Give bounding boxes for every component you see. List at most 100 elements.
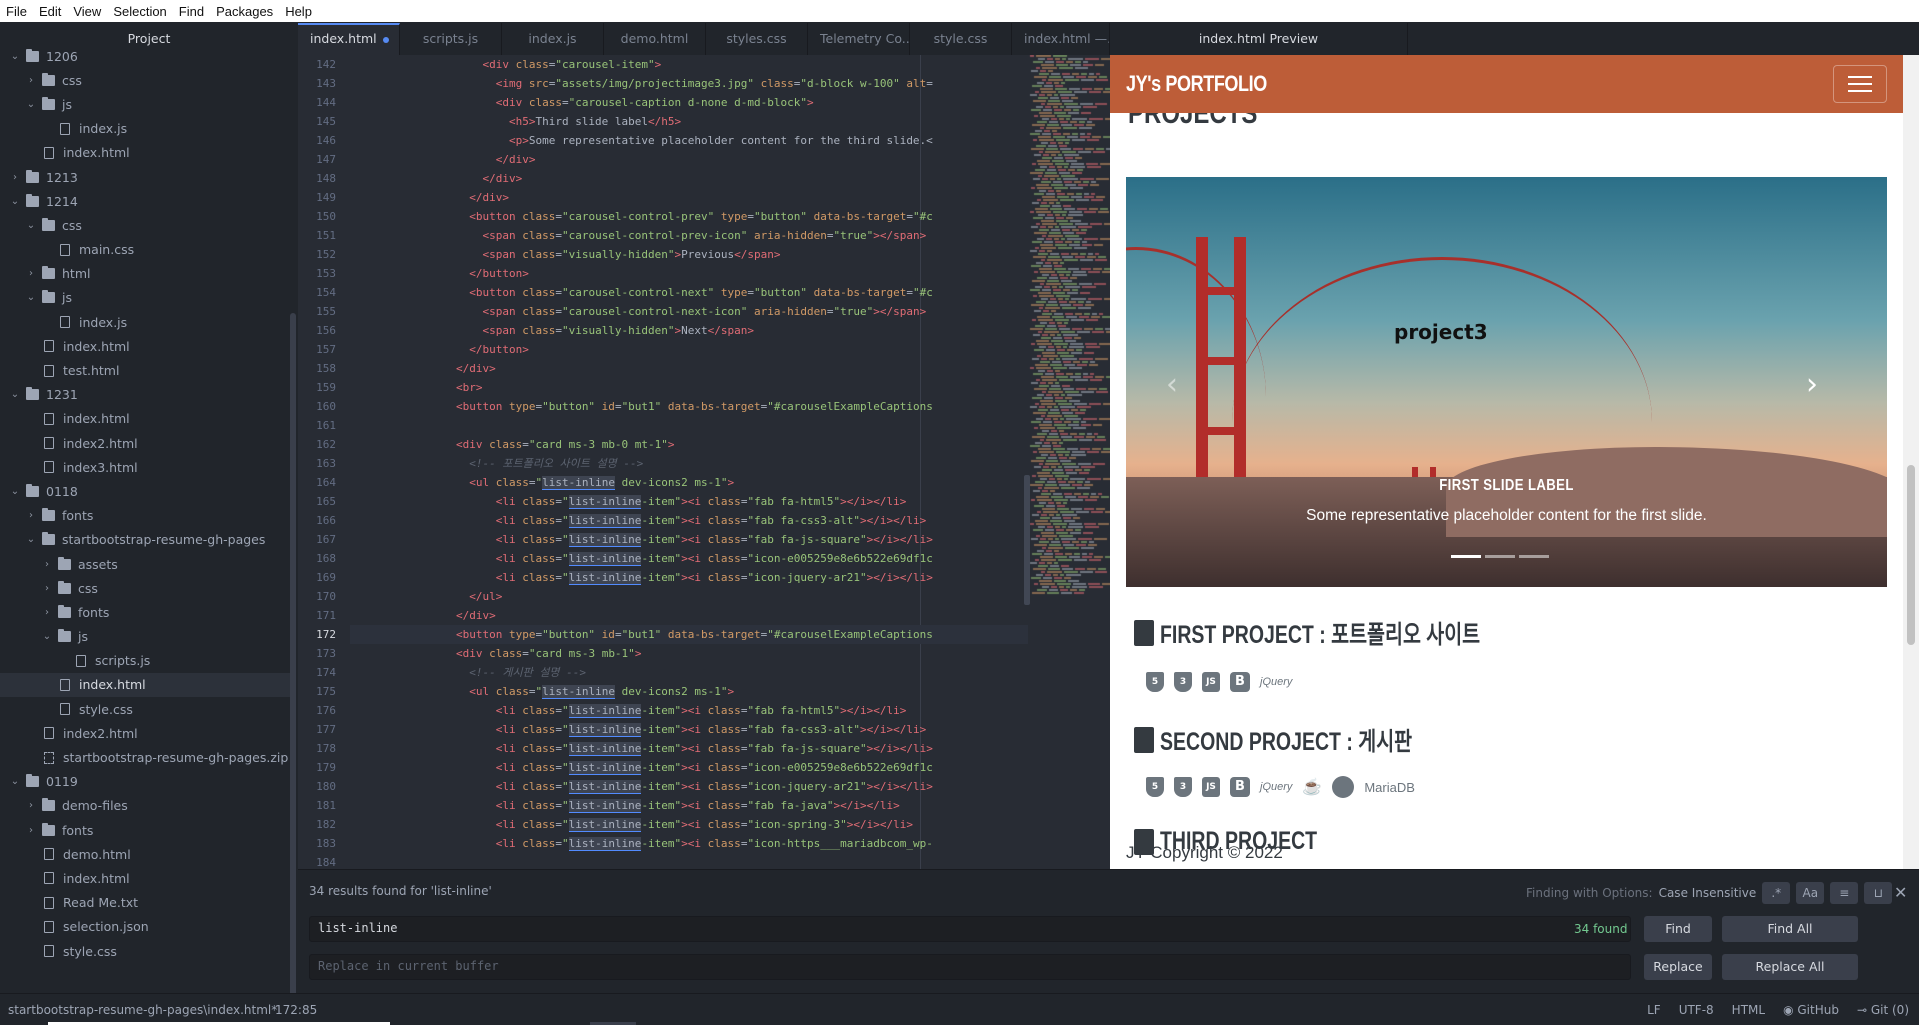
tree-folder[interactable]: ⌄ js	[0, 286, 290, 310]
menu-find[interactable]: Find	[173, 4, 210, 19]
status-encoding[interactable]: UTF-8	[1679, 1003, 1714, 1017]
tree-folder[interactable]: › fonts	[0, 818, 290, 842]
chevron-right-icon[interactable]: ›	[24, 825, 38, 836]
code-line[interactable]: <!-- 포트폴리오 사이트 설명 -->	[350, 454, 1110, 473]
code-line[interactable]: <li class="list-inline-item"><i class="f…	[350, 511, 1110, 530]
menu-file[interactable]: File	[0, 4, 33, 19]
code-line[interactable]: <span class="visually-hidden">Next</span…	[350, 321, 1110, 340]
code-line[interactable]: <img src="assets/img/projectimage3.jpg" …	[350, 74, 1110, 93]
menu-selection[interactable]: Selection	[107, 4, 172, 19]
code-line[interactable]	[350, 416, 1110, 435]
carousel-indicators[interactable]	[1451, 555, 1549, 558]
code-line[interactable]: <span class="carousel-control-prev-icon"…	[350, 226, 1110, 245]
code-line[interactable]: </ul>	[350, 587, 1110, 606]
code-line[interactable]: <span class="carousel-control-next-icon"…	[350, 302, 1110, 321]
chevron-down-icon[interactable]: ⌄	[8, 776, 22, 787]
code-line[interactable]: </button>	[350, 340, 1110, 359]
code-line[interactable]: <li class="list-inline-item"><i class="i…	[350, 568, 1110, 587]
code-line[interactable]: <div class="carousel-caption d-none d-md…	[350, 93, 1110, 112]
tree-file[interactable]: selection.json	[0, 915, 290, 939]
tree-folder[interactable]: › css	[0, 68, 290, 92]
code-line[interactable]: </div>	[350, 359, 1110, 378]
tree-file[interactable]: index.html	[0, 866, 290, 890]
replace-all-button[interactable]: Replace All	[1722, 954, 1858, 980]
code-line[interactable]: <h5>Third slide label</h5>	[350, 112, 1110, 131]
code-line[interactable]: <div class="carousel-item">	[350, 55, 1110, 74]
code-line[interactable]: <li class="list-inline-item"><i class="i…	[350, 815, 1110, 834]
indicator-2[interactable]	[1485, 555, 1515, 558]
tree-folder[interactable]: › fonts	[0, 504, 290, 528]
code-lines[interactable]: <div class="carousel-item"> <img src="as…	[350, 55, 1110, 869]
code-line[interactable]: <li class="list-inline-item"><i class="i…	[350, 834, 1110, 853]
tree-folder[interactable]: › demo-files	[0, 794, 290, 818]
in-selection-toggle-icon[interactable]: ≡	[1830, 882, 1859, 904]
minimap[interactable]	[1028, 55, 1110, 739]
tab[interactable]: Telemetry Co...	[808, 23, 910, 55]
chevron-down-icon[interactable]: ⌄	[24, 534, 38, 545]
chevron-down-icon[interactable]: ⌄	[8, 486, 22, 497]
menu-packages[interactable]: Packages	[210, 4, 279, 19]
code-line[interactable]: </div>	[350, 606, 1110, 625]
code-line[interactable]: <li class="list-inline-item"><i class="f…	[350, 720, 1110, 739]
code-line[interactable]: <li class="list-inline-item"><i class="f…	[350, 739, 1110, 758]
chevron-down-icon[interactable]: ⌄	[8, 389, 22, 400]
tree-folder[interactable]: › css	[0, 576, 290, 600]
project-carousel[interactable]: project3 FIRST SLIDE LABEL Some represen…	[1126, 177, 1887, 587]
tree-file[interactable]: demo.html	[0, 842, 290, 866]
chevron-down-icon[interactable]: ⌄	[24, 220, 38, 231]
code-line[interactable]: <li class="list-inline-item"><i class="f…	[350, 530, 1110, 549]
tree-file[interactable]: main.css	[0, 238, 290, 262]
chevron-right-icon[interactable]: ›	[24, 800, 38, 811]
code-line[interactable]: <li class="list-inline-item"><i class="f…	[350, 701, 1110, 720]
tree-folder[interactable]: ⌄ css	[0, 213, 290, 237]
tree-folder[interactable]: › 1213	[0, 165, 290, 189]
case-sensitive-toggle-icon[interactable]: Aa	[1796, 882, 1825, 904]
tab[interactable]: index.html Preview	[1110, 23, 1408, 55]
tree-folder[interactable]: ⌄ 0119	[0, 770, 290, 794]
code-line[interactable]: <button class="carousel-control-next" ty…	[350, 283, 1110, 302]
code-line[interactable]: <br>	[350, 378, 1110, 397]
code-line[interactable]: <li class="list-inline-item"><i class="i…	[350, 758, 1110, 777]
find-input[interactable]: list-inline	[309, 916, 1631, 942]
git-icon-label[interactable]: ⊸ Git (0)	[1857, 1003, 1909, 1017]
code-line[interactable]: <li class="list-inline-item"><i class="i…	[350, 549, 1110, 568]
tree-file[interactable]: index.html	[0, 407, 290, 431]
chevron-right-icon[interactable]: ›	[40, 583, 54, 594]
github-icon-label[interactable]: ◉ GitHub	[1783, 1003, 1839, 1017]
tree-folder[interactable]: ⌄ 0118	[0, 479, 290, 503]
code-line[interactable]: <!-- 게시판 설명 -->	[350, 663, 1110, 682]
tree-file[interactable]: index.js	[0, 117, 290, 141]
menu-edit[interactable]: Edit	[33, 4, 67, 19]
tree-folder[interactable]: ⌄ 1231	[0, 383, 290, 407]
tree-file[interactable]: index.html	[0, 672, 290, 698]
indicator-3[interactable]	[1519, 555, 1549, 558]
tree-file[interactable]: index2.html	[0, 431, 290, 455]
code-line[interactable]: <li class="list-inline-item"><i class="f…	[350, 492, 1110, 511]
chevron-down-icon[interactable]: ⌄	[24, 99, 38, 110]
code-line[interactable]: <p>Some representative placeholder conte…	[350, 131, 1110, 150]
indicator-1[interactable]	[1451, 555, 1481, 558]
tree-folder[interactable]: ⌄ 1214	[0, 189, 290, 213]
tree-file[interactable]: Read Me.txt	[0, 891, 290, 915]
tree-file[interactable]: startbootstrap-resume-gh-pages.zip	[0, 745, 290, 769]
replace-input[interactable]: Replace in current buffer	[309, 954, 1631, 980]
tree-scrollbar[interactable]	[290, 313, 296, 993]
tree-file[interactable]: index3.html	[0, 455, 290, 479]
chevron-right-icon[interactable]: ›	[40, 559, 54, 570]
chevron-down-icon[interactable]: ⌄	[24, 292, 38, 303]
navbar-toggler-button[interactable]	[1833, 65, 1887, 103]
code-line[interactable]: <button type="button" id="but1" data-bs-…	[350, 397, 1110, 416]
code-line[interactable]: <button type="button" id="but1" data-bs-…	[350, 625, 1110, 644]
regex-toggle-icon[interactable]: .*	[1762, 882, 1791, 904]
tree-folder[interactable]: › fonts	[0, 600, 290, 624]
tab[interactable]: style.css	[910, 23, 1012, 55]
code-line[interactable]	[350, 853, 1110, 869]
tree-file[interactable]: test.html	[0, 358, 290, 382]
navbar-brand[interactable]: JY's PORTFOLIO	[1126, 71, 1267, 97]
tree-folder[interactable]: › html	[0, 262, 290, 286]
html-preview-pane[interactable]: PROJECTS JY's PORTFOLIO project3 FIRST S…	[1110, 55, 1919, 869]
menu-help[interactable]: Help	[279, 4, 318, 19]
code-line[interactable]: </div>	[350, 188, 1110, 207]
tree-file[interactable]: index2.html	[0, 721, 290, 745]
tree-file[interactable]: index.js	[0, 310, 290, 334]
